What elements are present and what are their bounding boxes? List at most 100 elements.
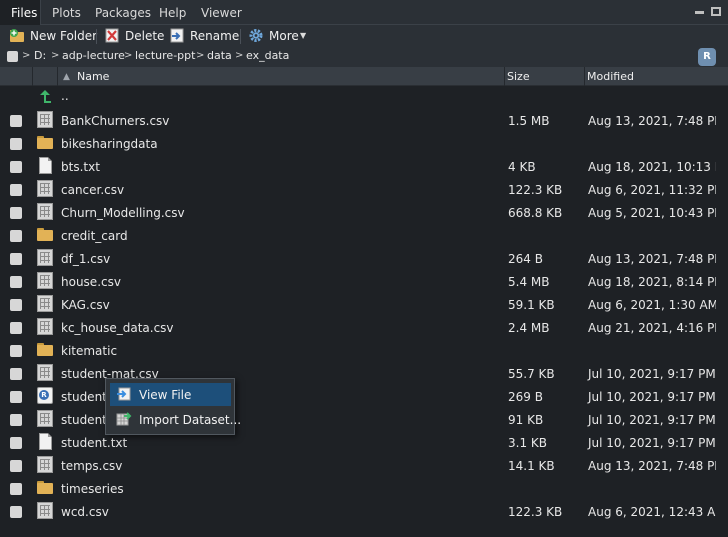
new-folder-label: New Folder	[30, 29, 98, 43]
row-checkbox[interactable]	[10, 253, 22, 265]
delete-button[interactable]: Delete	[104, 25, 164, 47]
file-name-link[interactable]: wcd.csv	[61, 505, 109, 519]
breadcrumb-item-ex-data[interactable]: ex_data	[246, 49, 289, 62]
table-row[interactable]: timeseries	[0, 477, 728, 500]
file-size: 14.1 KB	[508, 459, 555, 473]
file-name-link[interactable]: house.csv	[61, 275, 121, 289]
table-row[interactable]: cancer.csv 122.3 KB Aug 6, 2021, 11:32 PM	[0, 178, 728, 201]
table-row[interactable]: wcd.csv 122.3 KB Aug 6, 2021, 12:43 AM	[0, 500, 728, 523]
row-checkbox[interactable]	[10, 207, 22, 219]
file-name-link[interactable]: timeseries	[61, 482, 124, 496]
table-row[interactable]: KAG.csv 59.1 KB Aug 6, 2021, 1:30 AM	[0, 293, 728, 316]
file-name-link[interactable]: temps.csv	[61, 459, 122, 473]
file-size: 4 KB	[508, 160, 536, 174]
file-size: 122.3 KB	[508, 183, 563, 197]
table-row[interactable]: df_1.csv 264 B Aug 13, 2021, 7:48 PM	[0, 247, 728, 270]
row-checkbox[interactable]	[10, 414, 22, 426]
tab-viewer[interactable]: Viewer	[201, 0, 242, 25]
column-header-modified[interactable]: Modified	[587, 67, 634, 86]
file-name-link[interactable]: BankChurners.csv	[61, 114, 169, 128]
file-name-link[interactable]: student.txt	[61, 436, 127, 450]
parent-directory-row[interactable]: ..	[0, 86, 728, 109]
folder-icon	[37, 479, 53, 496]
row-checkbox[interactable]	[10, 138, 22, 150]
column-divider	[584, 67, 585, 86]
tab-help[interactable]: Help	[159, 0, 186, 25]
file-size: 55.7 KB	[508, 367, 555, 381]
minimize-pane-button[interactable]	[695, 11, 704, 14]
table-row[interactable]: BankChurners.csv 1.5 MB Aug 13, 2021, 7:48…	[0, 109, 728, 132]
breadcrumb-item-data[interactable]: data	[207, 49, 232, 62]
table-row[interactable]: house.csv 5.4 MB Aug 18, 2021, 8:14 PM	[0, 270, 728, 293]
file-modified: Jul 10, 2021, 9:17 PM	[588, 367, 716, 381]
select-all-checkbox[interactable]	[7, 51, 18, 62]
breadcrumb-item-drive[interactable]: D:	[34, 49, 46, 62]
text-file-icon	[39, 157, 52, 174]
row-checkbox[interactable]	[10, 391, 22, 403]
column-header-name[interactable]: Name	[77, 67, 109, 86]
row-checkbox[interactable]	[10, 460, 22, 472]
parent-directory-label: ..	[61, 89, 69, 103]
r-project-icon[interactable]: R	[698, 48, 716, 66]
file-name-link[interactable]: student-	[61, 413, 111, 427]
rename-button[interactable]: Rename	[169, 25, 239, 47]
file-name-link[interactable]: student-	[61, 390, 111, 404]
more-label: More	[269, 29, 299, 43]
file-list-scrollbar[interactable]	[716, 86, 728, 537]
view-file-label: View File	[139, 388, 192, 402]
pane-window-controls	[668, 0, 728, 25]
breadcrumb: > D: > adp-lecture > lecture-ppt > data …	[0, 47, 728, 67]
tab-files[interactable]: Files	[0, 0, 41, 25]
folder-icon	[37, 341, 53, 358]
chevron-down-icon: ▼	[300, 31, 307, 40]
file-modified: Aug 21, 2021, 4:16 PM	[588, 321, 725, 335]
file-modified: Aug 6, 2021, 1:30 AM	[588, 298, 719, 312]
file-name-link[interactable]: df_1.csv	[61, 252, 110, 266]
context-menu-view-file[interactable]: View File	[110, 383, 231, 406]
tab-packages[interactable]: Packages	[95, 0, 151, 25]
file-name-link[interactable]: kitematic	[61, 344, 117, 358]
file-name-link[interactable]: bikesharingdata	[61, 137, 158, 151]
row-checkbox[interactable]	[10, 299, 22, 311]
file-name-link[interactable]: Churn_Modelling.csv	[61, 206, 185, 220]
maximize-pane-button[interactable]	[711, 7, 721, 16]
table-row[interactable]: bikesharingdata	[0, 132, 728, 155]
row-checkbox[interactable]	[10, 437, 22, 449]
table-row[interactable]: temps.csv 14.1 KB Aug 13, 2021, 7:48 PM	[0, 454, 728, 477]
row-checkbox[interactable]	[10, 483, 22, 495]
row-checkbox[interactable]	[10, 345, 22, 357]
new-folder-button[interactable]: New Folder	[9, 25, 97, 47]
row-checkbox[interactable]	[10, 115, 22, 127]
row-checkbox[interactable]	[10, 230, 22, 242]
spreadsheet-file-icon	[37, 364, 53, 381]
column-header-size[interactable]: Size	[507, 67, 530, 86]
more-menu-button[interactable]: More ▼	[248, 25, 310, 47]
breadcrumb-item-lecture-ppt[interactable]: lecture-ppt	[135, 49, 195, 62]
chevron-right-icon: >	[22, 50, 31, 61]
table-row[interactable]: bts.txt 4 KB Aug 18, 2021, 10:13 PM	[0, 155, 728, 178]
tab-plots[interactable]: Plots	[52, 0, 81, 25]
table-row[interactable]: credit_card	[0, 224, 728, 247]
row-checkbox[interactable]	[10, 276, 22, 288]
file-name-link[interactable]: cancer.csv	[61, 183, 124, 197]
new-folder-icon	[10, 29, 24, 42]
row-checkbox[interactable]	[10, 322, 22, 334]
delete-label: Delete	[125, 29, 165, 43]
table-row[interactable]: kc_house_data.csv 2.4 MB Aug 21, 2021, 4:1…	[0, 316, 728, 339]
spreadsheet-file-icon	[37, 249, 53, 266]
file-size: 668.8 KB	[508, 206, 563, 220]
table-row[interactable]: Churn_Modelling.csv 668.8 KB Aug 5, 2021, …	[0, 201, 728, 224]
file-name-link[interactable]: KAG.csv	[61, 298, 110, 312]
row-checkbox[interactable]	[10, 368, 22, 380]
spreadsheet-file-icon	[37, 111, 53, 128]
table-row[interactable]: kitematic	[0, 339, 728, 362]
row-checkbox[interactable]	[10, 506, 22, 518]
file-name-link[interactable]: bts.txt	[61, 160, 100, 174]
file-name-link[interactable]: kc_house_data.csv	[61, 321, 174, 335]
breadcrumb-item-adp-lecture[interactable]: adp-lecture	[62, 49, 125, 62]
row-checkbox[interactable]	[10, 184, 22, 196]
file-name-link[interactable]: credit_card	[61, 229, 128, 243]
row-checkbox[interactable]	[10, 161, 22, 173]
context-menu-import-dataset[interactable]: Import Dataset...	[110, 408, 241, 431]
file-modified: Aug 6, 2021, 12:43 AM	[588, 505, 726, 519]
